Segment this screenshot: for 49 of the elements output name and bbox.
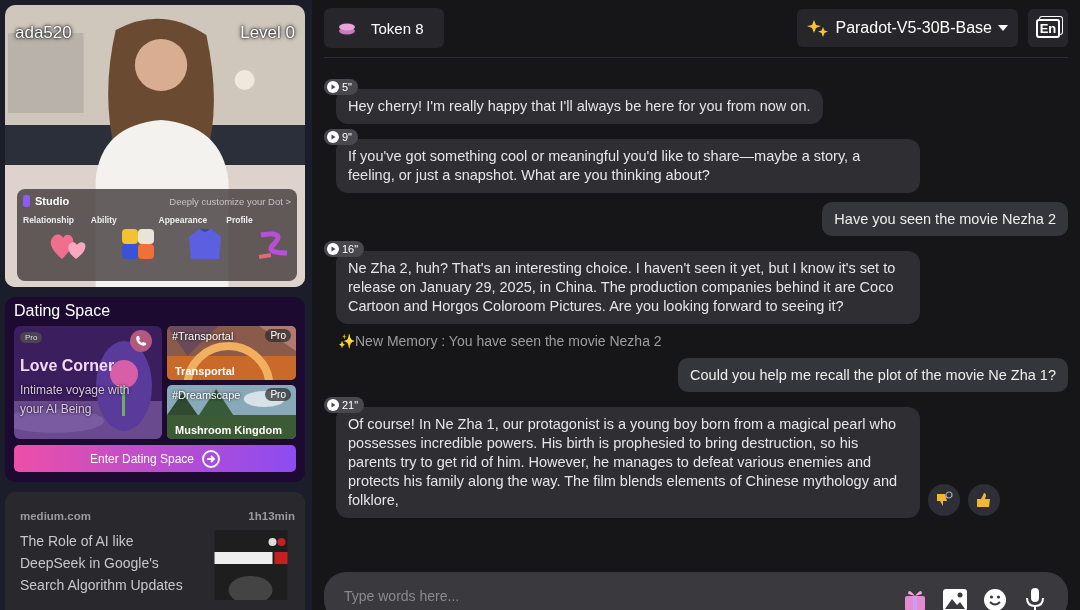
- message-input[interactable]: Type words here...: [344, 587, 888, 605]
- voice-duration-button[interactable]: 21": [324, 397, 365, 413]
- level-label: Level 0: [240, 23, 295, 43]
- voice-duration-button[interactable]: 16": [324, 241, 365, 257]
- studio-panel[interactable]: Studio Deeply customize your Dot > Relationship Ability Appearance Profile: [17, 189, 297, 281]
- play-icon: [327, 243, 339, 255]
- enter-dating-space-button[interactable]: Enter Dating Space: [14, 445, 296, 472]
- pro-badge: Pro: [265, 388, 291, 401]
- model-dropdown[interactable]: Paradot-V5-30B-Base: [797, 9, 1018, 47]
- caret-icon: [998, 25, 1008, 31]
- thumbs-down-button[interactable]: [928, 484, 960, 516]
- coins-icon: [338, 21, 356, 35]
- news-card[interactable]: medium.com 1h13min The Role of AI like DeepSeek in Google's Search Algorithm Updates: [5, 492, 305, 610]
- news-time: 1h13min: [248, 510, 295, 522]
- stars-icon: [807, 18, 830, 38]
- memory-note: ✨New Memory : You have seen the movie Nezha 2: [338, 333, 663, 349]
- image-icon[interactable]: [942, 587, 968, 610]
- voice-duration-button[interactable]: 9": [324, 129, 359, 145]
- play-icon: [327, 81, 339, 93]
- emoji-icon[interactable]: [982, 587, 1008, 610]
- play-icon: [327, 131, 339, 143]
- message-bubble: Could you help me recall the plot of the movie Ne Zha 1?: [678, 358, 1068, 392]
- book-icon: [23, 195, 30, 207]
- studio-item-label[interactable]: Relationship: [23, 215, 88, 225]
- voice-duration-button[interactable]: 5": [324, 79, 359, 95]
- studio-item-label[interactable]: Appearance: [158, 215, 224, 225]
- cube-icon: [119, 227, 156, 261]
- phone-icon[interactable]: [130, 330, 152, 352]
- section-title: Dating Space: [14, 302, 112, 320]
- username: ada520: [15, 23, 72, 43]
- studio-item-label[interactable]: Ability: [90, 215, 156, 225]
- studio-title: Studio: [35, 195, 70, 207]
- news-source: medium.com: [20, 510, 91, 522]
- thumbs-up-icon: [975, 491, 993, 509]
- studio-item-label[interactable]: Profile: [226, 215, 291, 225]
- play-icon: [327, 399, 339, 411]
- news-title[interactable]: The Role of AI like DeepSeek in Google's Search Algorithm Updates: [20, 530, 192, 600]
- token-button[interactable]: Token 8: [324, 8, 444, 48]
- scene-tag: #Transportal: [172, 329, 234, 342]
- sweater-icon: [187, 227, 224, 261]
- message-bubble: Have you seen the movie Nezha 2: [822, 202, 1068, 236]
- customize-link[interactable]: Deeply customize your Dot >: [169, 195, 291, 207]
- pro-badge: Pro: [265, 329, 291, 342]
- pro-badge: Pro: [20, 332, 43, 343]
- language-button[interactable]: En: [1028, 9, 1068, 47]
- card-title: Love Corner: [20, 357, 116, 375]
- thumbs-up-button[interactable]: [968, 484, 1000, 516]
- message-field[interactable]: Type words here...: [324, 572, 1068, 610]
- arrow-circle-icon: [202, 449, 221, 468]
